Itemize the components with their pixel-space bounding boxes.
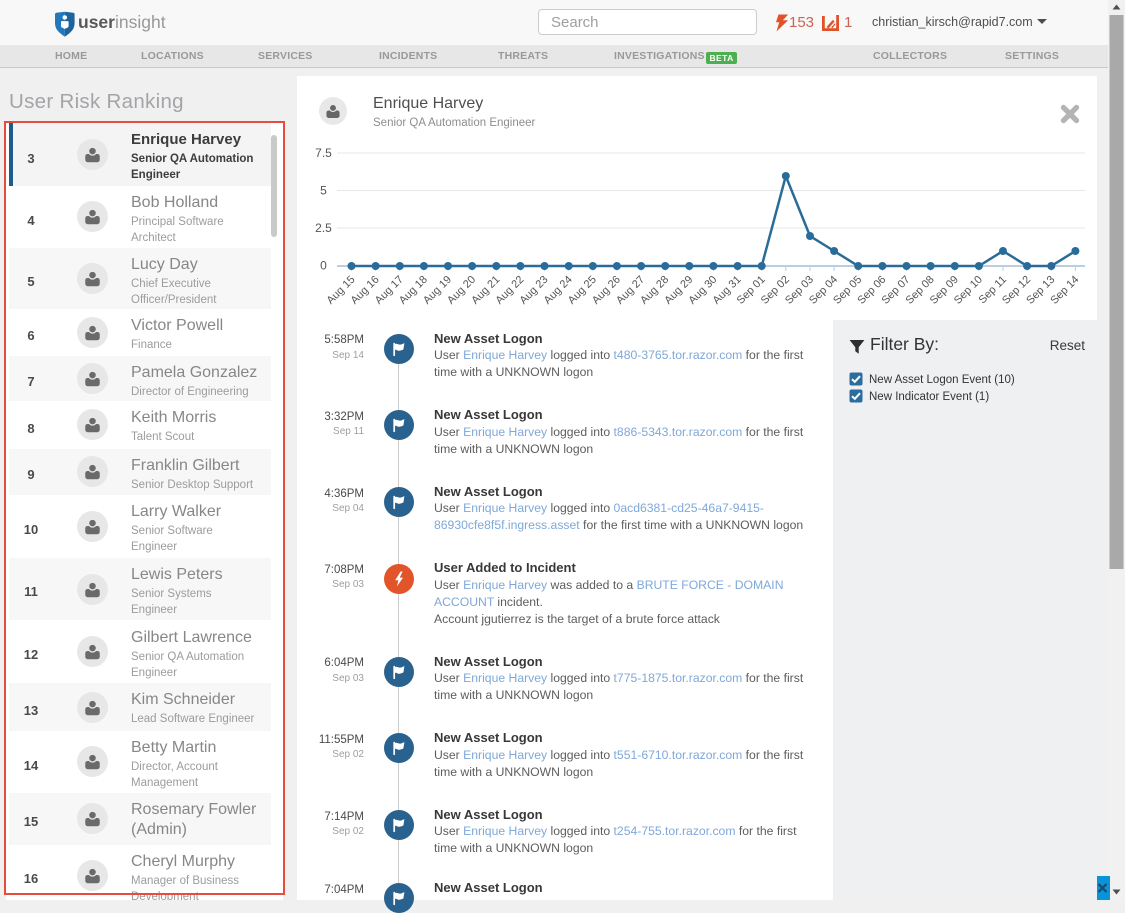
svg-text:0: 0	[320, 259, 327, 273]
svg-text:2.5: 2.5	[315, 221, 332, 235]
svg-text:5: 5	[320, 184, 327, 198]
svg-text:7.5: 7.5	[315, 146, 332, 160]
